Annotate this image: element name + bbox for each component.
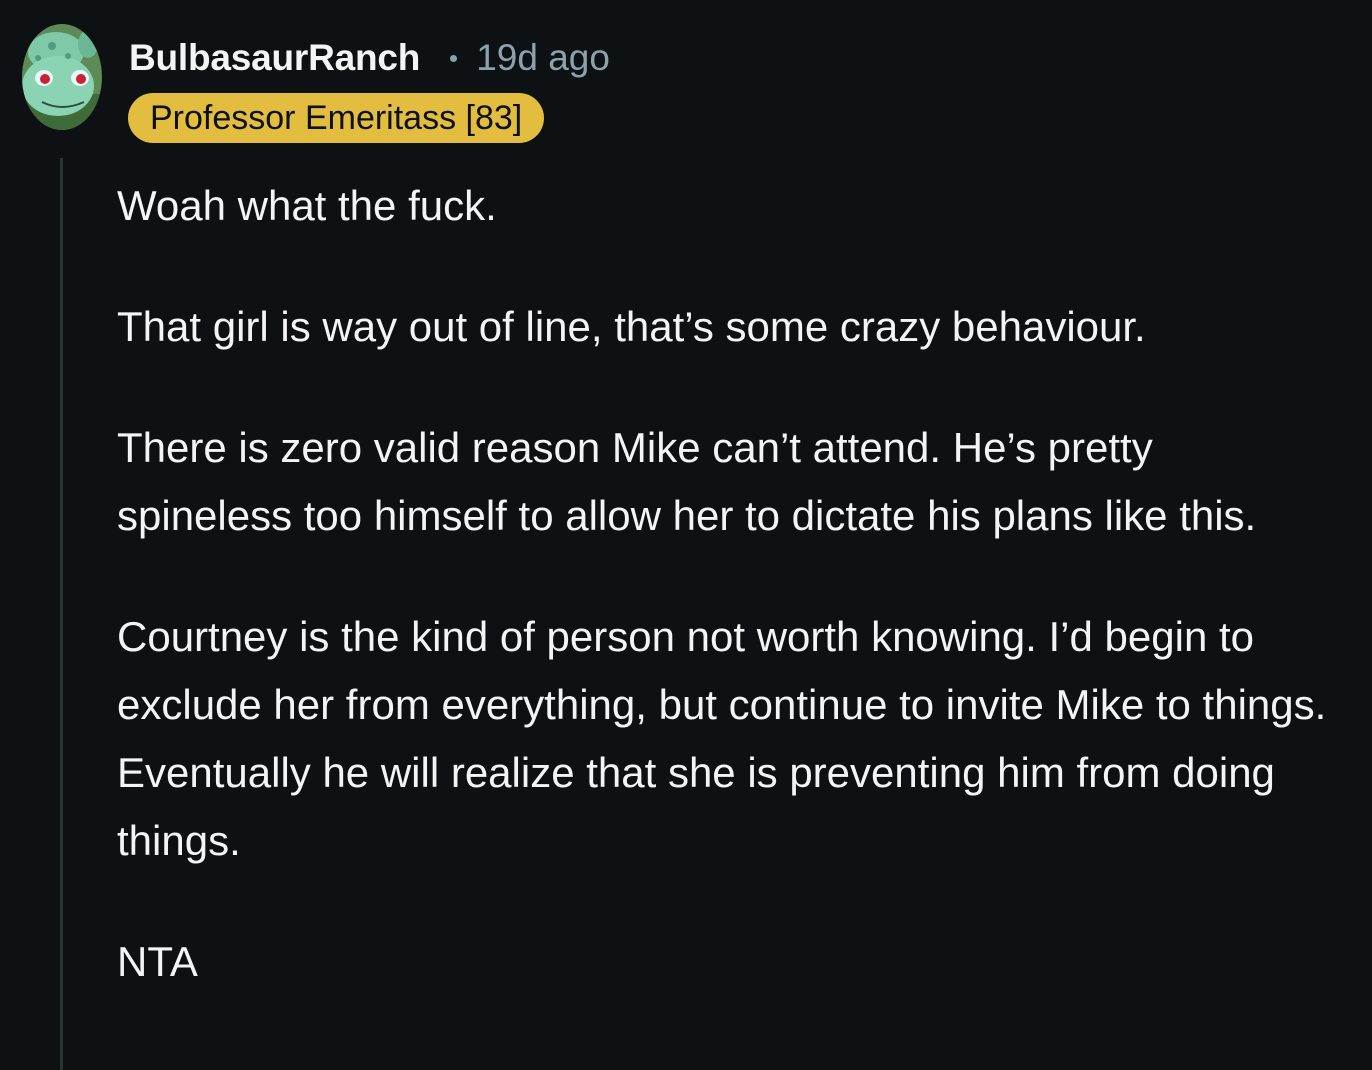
avatar[interactable] xyxy=(22,24,102,130)
separator-dot xyxy=(450,54,458,62)
thread-collapse-line[interactable] xyxy=(60,158,63,1070)
comment-paragraph: Woah what the fuck. xyxy=(117,182,497,229)
user-flair: Professor Emeritass [83] xyxy=(128,93,545,143)
comment-meta: BulbasaurRanch 19d ago xyxy=(129,36,610,80)
timestamp[interactable]: 19d ago xyxy=(476,37,610,79)
comment-paragraph: That girl is way out of line, that’s som… xyxy=(117,303,1146,350)
comment-body: Woah what the fuck. That girl is way out… xyxy=(117,172,1332,1049)
comment-paragraph: NTA xyxy=(117,938,198,985)
comment: BulbasaurRanch 19d ago Professor Emerita… xyxy=(0,0,1372,1070)
comment-paragraph: Courtney is the kind of person not worth… xyxy=(117,613,1327,864)
comment-paragraph: There is zero valid reason Mike can’t at… xyxy=(117,424,1257,539)
author-username[interactable]: BulbasaurRanch xyxy=(129,37,420,79)
bulbasaur-avatar-icon xyxy=(22,24,102,130)
